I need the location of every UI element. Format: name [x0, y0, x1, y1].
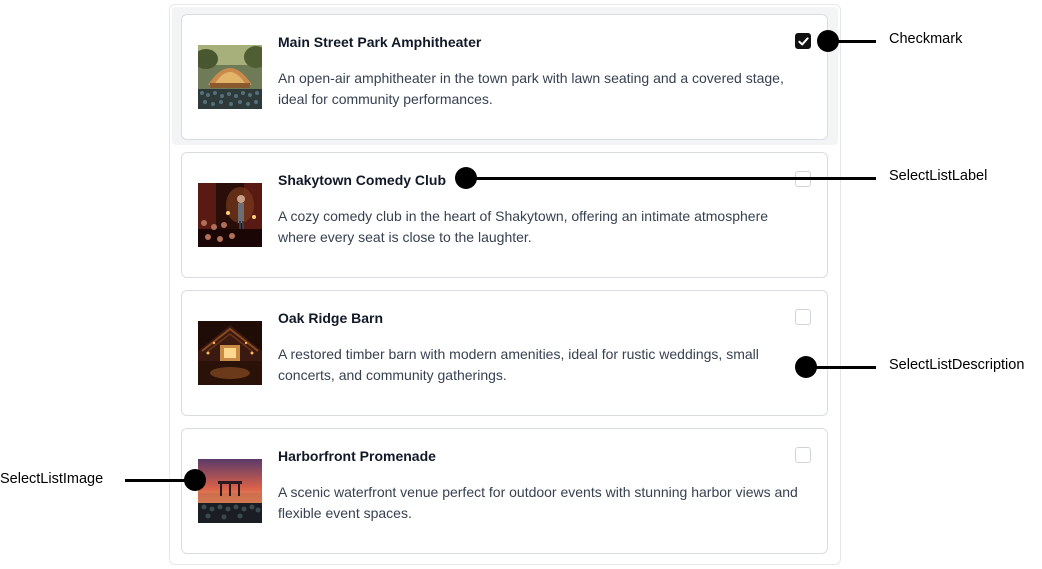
comedy-club-image: [198, 183, 262, 247]
barn-image: [198, 321, 262, 385]
item-label: Harborfront Promenade: [278, 448, 436, 464]
checkbox-checked[interactable]: [795, 33, 811, 49]
callout-label: SelectListLabel: [889, 168, 988, 184]
diagram-canvas: Main Street Park Amphitheater An open-ai…: [0, 0, 1042, 569]
callout-checkmark: Checkmark: [889, 31, 963, 47]
select-list-item[interactable]: Main Street Park Amphitheater An open-ai…: [181, 14, 828, 140]
item-label: Shakytown Comedy Club: [278, 172, 447, 188]
leader-dot: [455, 167, 477, 189]
item-description: A scenic waterfront venue perfect for ou…: [278, 484, 798, 521]
select-list-item[interactable]: Oak Ridge Barn A restored timber barn wi…: [181, 290, 828, 416]
checkmark-icon: [798, 37, 809, 46]
callout-description: SelectListDescription: [889, 357, 1025, 373]
item-description: A restored timber barn with modern ameni…: [278, 346, 759, 383]
checkbox-unchecked[interactable]: [795, 309, 811, 325]
checkbox-unchecked[interactable]: [795, 447, 811, 463]
select-list-item[interactable]: Shakytown Comedy Club A cozy comedy club…: [181, 152, 828, 278]
callout-image: SelectListImage: [0, 471, 104, 487]
leader-dot: [795, 356, 817, 378]
item-description: An open-air amphitheater in the town par…: [278, 70, 784, 107]
item-description: A cozy comedy club in the heart of Shaky…: [278, 208, 769, 245]
amphitheater-image: [198, 45, 262, 109]
select-list-item[interactable]: Harborfront Promenade A scenic waterfron…: [181, 428, 828, 554]
promenade-image: [198, 459, 262, 523]
item-label: Oak Ridge Barn: [278, 310, 384, 326]
item-label: Main Street Park Amphitheater: [278, 34, 482, 50]
leader-line: [466, 177, 876, 180]
leader-dot: [184, 469, 206, 491]
leader-dot: [817, 30, 839, 52]
